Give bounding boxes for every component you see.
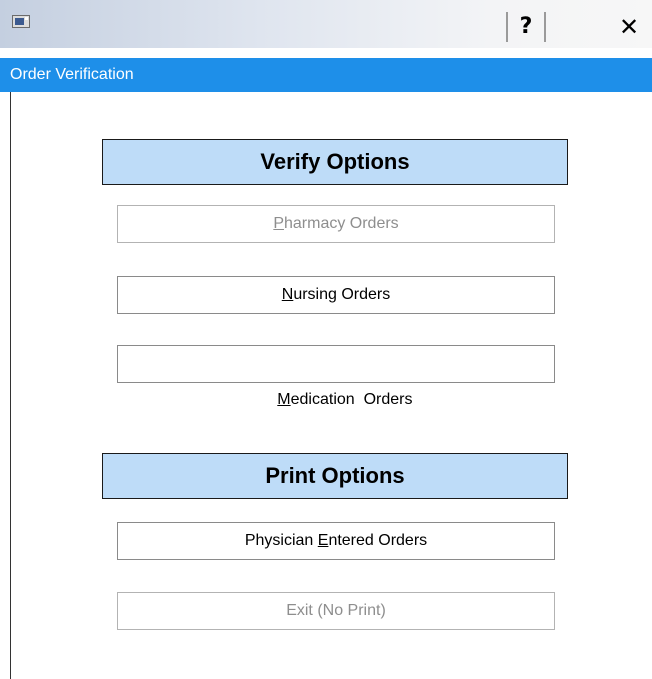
medication-orders-button[interactable]: Medication Orders [117, 345, 555, 408]
print-options-header: Print Options [102, 453, 568, 499]
nursing-orders-accel: N [281, 286, 294, 303]
title-bar[interactable]: ? ✕ [0, 0, 652, 48]
help-button[interactable]: ? [506, 12, 546, 42]
medication-orders-accel: M [277, 391, 291, 408]
nursing-orders-label: ursing Orders [293, 286, 391, 303]
app-icon-screen [15, 18, 24, 25]
physician-entered-orders-prefix: Physician [244, 532, 318, 549]
physician-entered-orders-label: ntered Orders [328, 532, 428, 549]
medication-orders-label: edication Orders [290, 391, 413, 408]
physician-entered-orders-button[interactable]: Physician Entered Orders [117, 522, 555, 560]
app-icon-dot [25, 17, 28, 20]
physician-entered-orders-accel: E [317, 532, 329, 549]
nursing-orders-button[interactable]: Nursing Orders [117, 276, 555, 314]
window-app-icon[interactable] [12, 15, 30, 28]
pharmacy-orders-label: harmacy Orders [283, 215, 399, 232]
exit-no-print-label: Exit (No Print) [286, 602, 386, 619]
window-left-border [10, 92, 11, 679]
pharmacy-orders-accel: P [273, 215, 284, 232]
pharmacy-orders-button[interactable]: Pharmacy Orders [117, 205, 555, 243]
order-verification-window: ? ✕ Order Verification Verify Options Ph… [0, 0, 652, 679]
close-icon[interactable]: ✕ [612, 12, 646, 42]
exit-no-print-button[interactable]: Exit (No Print) [117, 592, 555, 630]
window-caption: Order Verification [0, 58, 652, 92]
verify-options-header: Verify Options [102, 139, 568, 185]
